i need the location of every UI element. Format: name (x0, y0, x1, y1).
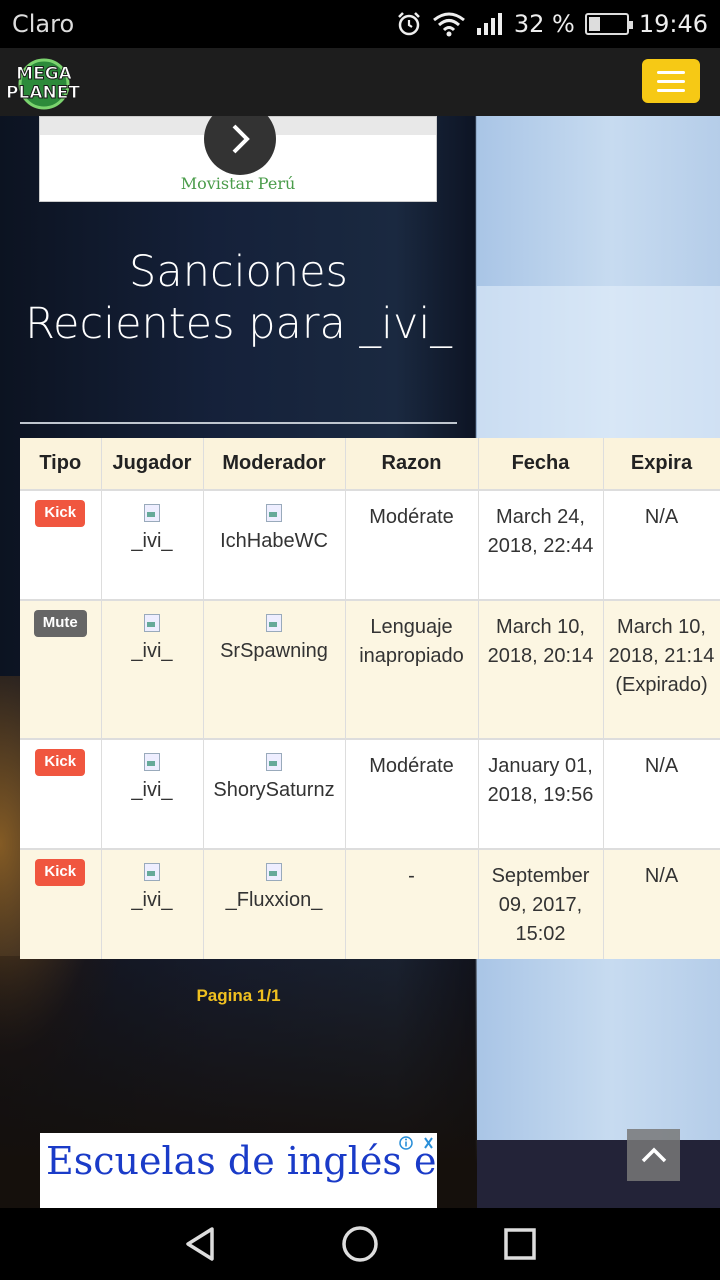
moderator-cell[interactable]: SrSpawning (203, 599, 346, 739)
player-head-icon (142, 862, 162, 882)
tipo-cell: Kick (20, 848, 102, 959)
table-row: Kick _ivi_ _Fluxxion_ - September 09, 20… (20, 848, 720, 959)
expires-cell: N/A (603, 848, 720, 959)
triangle-back-icon[interactable] (180, 1224, 220, 1264)
status-icons: 32 % 19:46 (396, 10, 708, 38)
tipo-cell: Mute (20, 599, 102, 739)
moderator-cell[interactable]: ShorySaturnz (203, 738, 346, 849)
ad-headline[interactable]: Escuelas de inglés en USA (46, 1137, 437, 1185)
date-cell: January 01, 2018, 19:56 (478, 738, 604, 849)
alarm-icon (397, 12, 420, 36)
player-cell[interactable]: _ivi_ (101, 599, 204, 739)
ad-next-button[interactable] (204, 116, 276, 175)
wifi-icon (432, 12, 465, 37)
moderator-head-icon (264, 503, 284, 523)
moderator-head-icon (264, 862, 284, 882)
battery-icon (584, 13, 633, 35)
kick-badge: Kick (35, 749, 86, 776)
reason-cell: Modérate (345, 489, 479, 600)
column-header-expira: Expira (603, 438, 720, 490)
column-header-tipo: Tipo (20, 438, 102, 490)
moderator-name[interactable]: ShorySaturnz (213, 779, 334, 801)
table-row: Mute _ivi_ SrSpawning Lenguaje inapropia… (20, 599, 720, 739)
hamburger-icon-bar (657, 70, 685, 74)
player-name[interactable]: _ivi_ (131, 640, 172, 662)
chevron-right-icon (232, 124, 250, 154)
chevron-up-icon (641, 1147, 666, 1163)
site-header: MEGA PLANET (0, 48, 720, 116)
ad-banner-bottom[interactable]: Escuelas de inglés en USA (40, 1133, 437, 1208)
date-cell: March 24, 2018, 22:44 (478, 489, 604, 600)
reason-cell: Lenguaje inapropiado (345, 599, 479, 739)
tipo-cell: Kick (20, 489, 102, 600)
moderator-cell[interactable]: IchHabeWC (203, 489, 346, 600)
column-header-jugador: Jugador (101, 438, 204, 490)
player-head-icon (142, 752, 162, 772)
reason-cell: Modérate (345, 738, 479, 849)
moderator-head-icon (264, 613, 284, 633)
moderator-name[interactable]: SrSpawning (220, 640, 328, 662)
kick-badge: Kick (35, 859, 86, 886)
tipo-cell: Kick (20, 738, 102, 849)
player-name[interactable]: _ivi_ (131, 779, 172, 801)
signal-icon (476, 13, 502, 35)
player-name[interactable]: _ivi_ (131, 530, 172, 552)
back-to-top-button[interactable] (627, 1129, 680, 1181)
table-row: Kick _ivi_ IchHabeWC Modérate March 24, … (20, 489, 720, 600)
column-header-fecha: Fecha (478, 438, 604, 490)
player-head-icon (142, 503, 162, 523)
mega-planet-logo[interactable]: MEGA PLANET (4, 52, 82, 112)
carrier-name: Claro (12, 10, 75, 38)
moderator-head-icon (264, 752, 284, 772)
player-name[interactable]: _ivi_ (131, 889, 172, 911)
system-navigation-bar (0, 1208, 720, 1280)
mute-badge: Mute (33, 610, 87, 637)
square-recents-icon[interactable] (500, 1224, 540, 1264)
background-art (477, 1140, 720, 1208)
circle-home-icon[interactable] (340, 1224, 380, 1264)
expires-cell: March 10, 2018, 21:14 (Expirado) (603, 599, 720, 739)
moderator-cell[interactable]: _Fluxxion_ (203, 848, 346, 959)
pagination-label: Pagina 1/1 (196, 986, 281, 1005)
date-cell: March 10, 2018, 20:14 (478, 599, 604, 739)
column-header-razon: Razon (345, 438, 479, 490)
reason-cell: - (345, 848, 479, 959)
table-row: Kick _ivi_ ShorySaturnz Modérate January… (20, 738, 720, 849)
logo-line2: PLANET (6, 83, 80, 103)
clock: 19:46 (638, 10, 708, 38)
expires-cell: N/A (603, 489, 720, 600)
moderator-name[interactable]: _Fluxxion_ (226, 889, 323, 911)
column-header-moderador: Moderador (203, 438, 346, 490)
sanctions-table: Tipo Jugador Moderador Razon Fecha Expir… (20, 438, 720, 959)
hamburger-icon-bar (657, 79, 685, 83)
page-title: Sanciones Recientes para _ivi_ (25, 247, 452, 349)
battery-percent: 32 % (513, 10, 575, 38)
ad-banner-top[interactable]: Movistar Perú (39, 116, 437, 202)
moderator-name[interactable]: IchHabeWC (220, 530, 328, 552)
table-header-row: Tipo Jugador Moderador Razon Fecha Expir… (20, 438, 720, 490)
hamburger-menu-button[interactable] (642, 59, 700, 103)
player-head-icon (142, 613, 162, 633)
status-bar: Claro 32 % 19:46 (0, 0, 720, 48)
hamburger-icon-bar (657, 88, 685, 92)
player-cell[interactable]: _ivi_ (101, 489, 204, 600)
date-cell: September 09, 2017, 15:02 (478, 848, 604, 959)
title-divider (20, 422, 457, 424)
logo-line1: MEGA (16, 64, 72, 84)
player-cell[interactable]: _ivi_ (101, 848, 204, 959)
ad-advertiser-name[interactable]: Movistar Perú (40, 174, 436, 193)
player-cell[interactable]: _ivi_ (101, 738, 204, 849)
kick-badge: Kick (35, 500, 86, 527)
page-content: Movistar Perú Sanciones Recientes para _… (0, 116, 720, 1208)
expires-cell: N/A (603, 738, 720, 849)
adchoices-icon[interactable] (399, 1135, 435, 1151)
